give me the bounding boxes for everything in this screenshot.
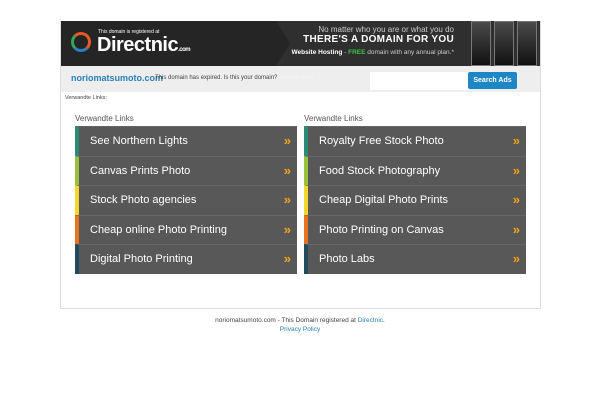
renew-link[interactable]: Renew Now bbox=[281, 75, 313, 81]
link-label: Photo Printing on Canvas bbox=[319, 223, 444, 236]
related-links-label: Verwandte Links: bbox=[65, 95, 107, 101]
related-link-item[interactable]: See Northern Lights » bbox=[75, 126, 297, 156]
column-heading: Verwandte Links bbox=[304, 114, 363, 123]
link-label: Photo Labs bbox=[319, 253, 375, 265]
brand-suffix: .com bbox=[178, 47, 191, 53]
links-column-left: Verwandte Links See Northern Lights» Canv… bbox=[75, 114, 297, 274]
links-column-right: Verwandte Links Royalty Free Stock Photo… bbox=[304, 114, 526, 274]
brand-name: Directnic bbox=[97, 34, 179, 56]
page-container: This domain is registered at Directnic.c… bbox=[60, 21, 541, 309]
domain-name: noriomatsumoto.com bbox=[71, 73, 164, 83]
directnic-banner[interactable]: This domain is registered at Directnic.c… bbox=[61, 21, 540, 66]
related-link-item[interactable]: Digital Photo Printing » bbox=[75, 244, 297, 274]
link-label: Canvas Prints Photo bbox=[90, 164, 191, 177]
directnic-logo-icon bbox=[71, 32, 91, 52]
link-label: Royalty Free Stock Photo bbox=[319, 135, 444, 147]
hosting-offer: Website Hosting - FREE domain with any a… bbox=[292, 49, 454, 56]
link-label: Cheap online Photo Printing bbox=[90, 223, 227, 236]
related-link-item[interactable]: Cheap online Photo Printing » bbox=[75, 214, 297, 244]
chevron-right-icon: » bbox=[512, 133, 520, 148]
expired-notice: This domain has expired. Is this your do… bbox=[155, 75, 278, 81]
brand-logo[interactable]: Directnic.com bbox=[97, 34, 191, 57]
offer-text: domain with any annual plan.* bbox=[365, 49, 454, 56]
link-label: Cheap Digital Photo Prints bbox=[319, 194, 449, 206]
directnic-link[interactable]: Directnic bbox=[358, 317, 383, 324]
link-label: Food Stock Photography bbox=[319, 164, 441, 177]
chevron-right-icon: » bbox=[512, 192, 520, 207]
chevron-right-icon: » bbox=[283, 133, 291, 148]
link-label: Digital Photo Printing bbox=[90, 253, 193, 265]
link-label: Stock Photo agencies bbox=[90, 194, 197, 206]
chevron-right-icon: » bbox=[512, 251, 520, 266]
related-link-item[interactable]: Photo Labs » bbox=[304, 244, 526, 274]
footer-text: noriomatsumoto.com - This Domain registe… bbox=[215, 317, 358, 324]
link-label: See Northern Lights bbox=[90, 135, 188, 147]
search-ads-button[interactable]: Search Ads bbox=[468, 72, 517, 89]
privacy-policy-link[interactable]: Privacy Policy bbox=[280, 326, 320, 333]
server-image bbox=[468, 21, 540, 66]
chevron-right-icon: » bbox=[283, 162, 291, 178]
related-link-item[interactable]: Cheap Digital Photo Prints » bbox=[304, 185, 526, 215]
domain-bar: noriomatsumoto.com This domain has expir… bbox=[61, 66, 540, 92]
chevron-right-icon: » bbox=[512, 162, 520, 178]
related-link-item[interactable]: Food Stock Photography » bbox=[304, 155, 526, 185]
footer: noriomatsumoto.com - This Domain registe… bbox=[0, 316, 600, 334]
related-link-item[interactable]: Canvas Prints Photo » bbox=[75, 155, 297, 185]
footer-period: . bbox=[383, 317, 385, 324]
chevron-right-icon: » bbox=[283, 221, 291, 237]
free-label: FREE bbox=[348, 49, 366, 56]
related-link-item[interactable]: Royalty Free Stock Photo » bbox=[304, 126, 526, 156]
chevron-right-icon: » bbox=[283, 192, 291, 207]
search-input[interactable] bbox=[370, 72, 469, 90]
chevron-right-icon: » bbox=[512, 221, 520, 237]
tagline: No matter who you are or what you do bbox=[318, 25, 454, 34]
hosting-label: Website Hosting bbox=[291, 49, 343, 56]
column-heading: Verwandte Links bbox=[75, 114, 134, 123]
related-link-item[interactable]: Photo Printing on Canvas » bbox=[304, 214, 526, 244]
chevron-right-icon: » bbox=[283, 251, 291, 266]
headline: THERE'S A DOMAIN FOR YOU bbox=[303, 34, 454, 45]
related-link-item[interactable]: Stock Photo agencies » bbox=[75, 185, 297, 215]
